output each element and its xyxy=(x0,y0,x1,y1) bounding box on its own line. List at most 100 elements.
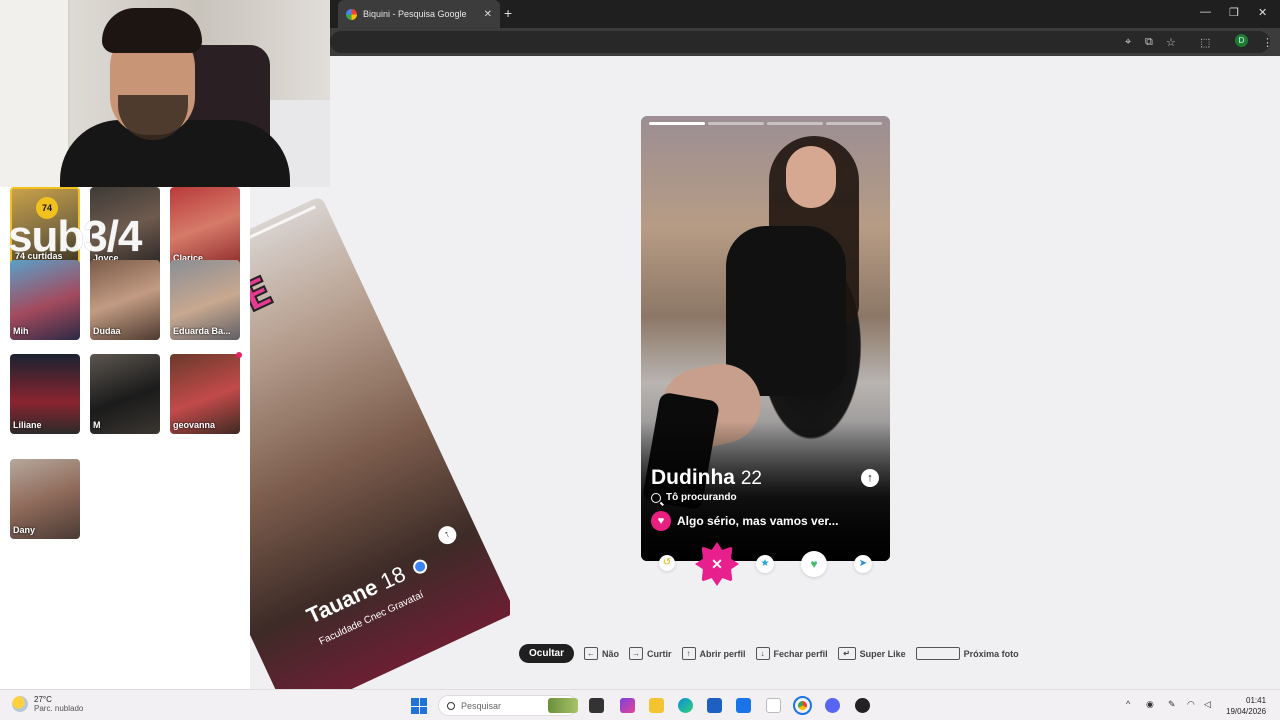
bookmark-star-icon[interactable]: ☆ xyxy=(1166,36,1176,49)
shortcut-nope: ← Não xyxy=(584,647,619,660)
card-gradient xyxy=(641,421,890,561)
webcam-door xyxy=(0,0,70,187)
match-tile[interactable]: Mih xyxy=(10,260,80,340)
photo-progress-segments xyxy=(649,122,882,125)
windows-start-icon[interactable] xyxy=(411,698,427,714)
enter-key-icon: ↵ xyxy=(837,647,856,660)
hide-shortcuts-button[interactable]: Ocultar xyxy=(519,644,575,663)
photo-segment[interactable] xyxy=(649,122,705,125)
clock-time: 01:41 xyxy=(1246,696,1267,705)
relationship-goal-text: Algo sério, mas vamos ver... xyxy=(677,514,839,528)
new-tab-button[interactable]: + xyxy=(504,5,512,21)
volume-icon[interactable]: ◁ xyxy=(1204,699,1211,710)
match-tile[interactable]: Dany xyxy=(10,459,80,539)
match-tile[interactable]: M xyxy=(90,354,160,434)
restore-icon[interactable]: ❐ xyxy=(1229,6,1239,19)
verified-icon xyxy=(411,557,430,577)
outlook-icon[interactable] xyxy=(736,698,751,713)
right-arrow-key-icon: → xyxy=(629,647,644,660)
subtitle-overlay: sub3/4 xyxy=(8,212,142,261)
shortcut-nope-label: Não xyxy=(602,648,620,659)
boost-button[interactable]: ➤ xyxy=(854,555,872,573)
profile-card[interactable]: Dudinha 22 ↑ Tô procurando ♥ Algo sério,… xyxy=(641,116,890,561)
match-tile[interactable]: Dudaa xyxy=(90,260,160,340)
system-clock[interactable]: 01:41 19/04/2026 xyxy=(1226,695,1266,717)
left-arrow-key-icon: ← xyxy=(584,647,599,660)
match-name: M xyxy=(93,420,101,430)
space-key-icon xyxy=(915,647,960,660)
matches-panel: 74 74 curtidas Joyce Clarice Mih Dudaa E… xyxy=(0,187,250,689)
copilot-icon[interactable] xyxy=(620,698,635,713)
notepad-icon[interactable] xyxy=(766,698,781,713)
weather-widget[interactable]: 27°C Parc. nublado xyxy=(12,695,83,713)
taskbar-search-placeholder: Pesquisar xyxy=(461,700,502,711)
menu-icon[interactable]: ⋮ xyxy=(1262,36,1273,49)
tab-title: Biquini - Pesquisa Google xyxy=(363,9,467,19)
photo-face xyxy=(786,146,836,208)
discord-icon[interactable] xyxy=(825,698,840,713)
match-name: Eduarda Ba... xyxy=(173,326,231,336)
photo-segment[interactable] xyxy=(767,122,823,125)
match-tile[interactable]: Liliane xyxy=(10,354,80,434)
weather-condition: Parc. nublado xyxy=(34,704,84,713)
clock-date: 19/04/2026 xyxy=(1226,707,1267,716)
match-name: Dudaa xyxy=(93,326,121,336)
partly-cloudy-icon xyxy=(12,696,28,712)
new-match-dot xyxy=(236,352,242,358)
shortcut-close-label: Fechar perfil xyxy=(773,648,828,659)
extensions-icon[interactable]: ⬚ xyxy=(1200,36,1210,49)
match-name: Mih xyxy=(13,326,29,336)
profile-name: Dudinha 22 xyxy=(651,466,762,490)
rewind-button[interactable]: ↺ xyxy=(659,555,675,571)
temperature: 27°C xyxy=(34,695,52,704)
looking-for-label: Tô procurando xyxy=(651,492,737,503)
super-like-button[interactable]: ★ xyxy=(756,555,774,573)
webcam-overlay xyxy=(0,0,330,187)
shortcut-super-like: ↵ Super Like xyxy=(837,647,906,660)
match-name: Dany xyxy=(13,525,36,535)
install-icon[interactable]: ⧉ xyxy=(1145,36,1153,49)
match-tile[interactable]: Clarice xyxy=(170,187,240,267)
tray-app-icon[interactable]: ◉ xyxy=(1146,699,1154,710)
terminal-icon[interactable] xyxy=(589,698,604,713)
match-tile[interactable]: Eduarda Ba... xyxy=(170,260,240,340)
obs-icon[interactable] xyxy=(855,698,870,713)
swiped-age: 18 xyxy=(376,561,410,595)
store-icon[interactable] xyxy=(707,698,722,713)
swiped-profile-card[interactable]: NOPE ↑ Tauane 18 Faculdade Cnec Gravataí xyxy=(250,195,510,689)
shortcut-next-photo: Próxima foto xyxy=(915,647,1019,660)
windows-taskbar: 27°C Parc. nublado Pesquisar ^ ◉ ✎ ◠ ◁ 0… xyxy=(0,689,1280,720)
photo-segment[interactable] xyxy=(826,122,882,125)
relationship-goal: ♥ Algo sério, mas vamos ver... xyxy=(651,511,838,531)
match-tile[interactable]: geovanna xyxy=(170,354,240,434)
expand-arrow-icon[interactable]: ↑ xyxy=(435,523,460,548)
window-close-icon[interactable]: ✕ xyxy=(1258,6,1267,19)
like-button[interactable]: ♥ xyxy=(801,551,827,577)
photo-segment[interactable] xyxy=(708,122,764,125)
shortcut-like: → Curtir xyxy=(629,647,672,660)
browser-tab[interactable]: Biquini - Pesquisa Google ✕ xyxy=(338,0,500,28)
open-profile-arrow-icon[interactable]: ↑ xyxy=(861,469,879,487)
profile-avatar[interactable]: D xyxy=(1235,34,1248,47)
location-icon[interactable]: ⌖ xyxy=(1125,36,1131,49)
shortcut-like-label: Curtir xyxy=(647,648,672,659)
file-explorer-icon[interactable] xyxy=(649,698,664,713)
swiped-card-area: NOPE ↑ Tauane 18 Faculdade Cnec Gravataí xyxy=(250,187,510,689)
shortcut-open-profile: ↑ Abrir perfil xyxy=(681,647,746,660)
shortcut-close-profile: ↓ Fechar perfil xyxy=(755,647,828,660)
up-arrow-key-icon: ↑ xyxy=(681,647,696,660)
widget-landscape-icon[interactable] xyxy=(548,698,578,713)
keyboard-shortcuts-bar: Ocultar ← Não → Curtir ↑ Abrir perfil ↓ Fech… xyxy=(519,644,1019,663)
chrome-icon[interactable] xyxy=(793,696,812,715)
shortcut-next-label: Próxima foto xyxy=(963,648,1019,659)
tab-close-icon[interactable]: ✕ xyxy=(484,9,492,20)
wifi-icon[interactable]: ◠ xyxy=(1187,699,1195,710)
tray-pen-icon[interactable]: ✎ xyxy=(1168,699,1176,710)
shortcut-open-label: Abrir perfil xyxy=(699,648,746,659)
tray-chevron-icon[interactable]: ^ xyxy=(1126,699,1130,709)
nope-sticker: NOPE xyxy=(250,267,281,363)
minimize-icon[interactable]: — xyxy=(1200,6,1211,18)
shortcut-super-label: Super Like xyxy=(859,648,906,659)
edge-icon[interactable] xyxy=(678,698,693,713)
match-name: geovanna xyxy=(173,420,216,430)
